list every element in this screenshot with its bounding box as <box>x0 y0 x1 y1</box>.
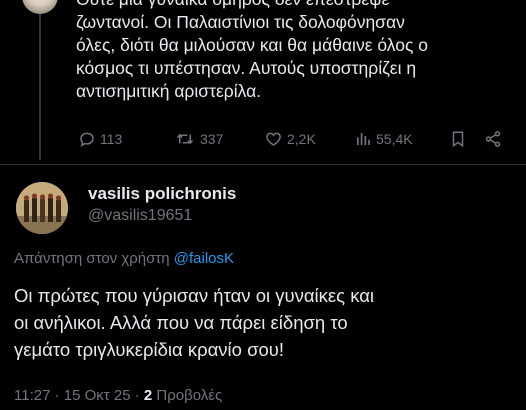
thread-line <box>39 0 41 160</box>
top-tweet-line: ζωντανοί. Οι Παλαιστίνιοι τις δολοφόνησα… <box>76 12 405 32</box>
reply-tweet-line: οι ανήλικοι. Αλλά που να πάρει είδηση το <box>14 312 348 333</box>
top-tweet-line: όλες, διότι θα μιλούσαν και θα μάθαινε ό… <box>76 35 428 55</box>
replying-to: Απάντηση στον χρήστη @failosK <box>14 250 234 267</box>
bookmark-button[interactable] <box>450 130 466 148</box>
display-name[interactable]: vasilis polichronis <box>88 184 236 204</box>
views-icon <box>357 133 370 145</box>
share-icon <box>485 131 501 147</box>
avatar[interactable] <box>16 182 68 234</box>
bookmark-icon <box>452 131 464 148</box>
reply-tweet-text: Οι πρώτες που γύρισαν ήταν οι γυναίκες κ… <box>14 282 519 363</box>
timestamp[interactable]: 11:27 · 15 Οκτ 25 · <box>14 387 144 404</box>
like-button[interactable]: 2,2K <box>264 130 316 148</box>
top-tweet-avatar[interactable] <box>22 0 58 14</box>
repost-button[interactable]: 337 <box>174 130 223 148</box>
top-tweet-text: Ούτε μια γυναίκα όμηρος δεν επέστρεψε ζω… <box>76 0 516 103</box>
avatar-image <box>16 182 68 234</box>
views-count: 55,4K <box>376 131 413 147</box>
tweet-screen: Ούτε μια γυναίκα όμηρος δεν επέστρεψε ζω… <box>0 0 526 410</box>
repost-count: 337 <box>200 131 224 147</box>
reply-count: 113 <box>100 131 123 147</box>
repost-icon <box>176 133 194 145</box>
reply-button[interactable]: 113 <box>78 130 122 148</box>
mention-link[interactable]: @failosK <box>174 250 234 267</box>
views-total: 2 <box>143 387 153 404</box>
top-tweet-line: Ούτε μια γυναίκα όμηρος δεν επέστρεψε <box>76 0 516 11</box>
reply-tweet-line: Οι πρώτες που γύρισαν ήταν οι γυναίκες κ… <box>14 285 375 306</box>
tweet-divider <box>0 164 526 165</box>
top-tweet-line: αντισημιτική αριστερίλα. <box>76 81 262 101</box>
views-label: Προβολές <box>152 387 223 404</box>
top-tweet-actions: 113 337 2,2K 55,4K <box>78 128 508 150</box>
reply-icon <box>80 132 94 147</box>
like-icon <box>266 132 281 146</box>
replying-prefix: Απάντηση στον χρήστη <box>14 250 170 267</box>
user-handle[interactable]: @vasilis19651 <box>88 207 192 225</box>
reply-tweet-line: γεμάτο τριγλυκερίδια κρανίο σου! <box>14 339 285 360</box>
views-button[interactable]: 55,4K <box>354 130 413 148</box>
top-tweet-line: κόσμος τι υπέστησαν. Αυτούς υποστηρίζει … <box>76 58 417 78</box>
like-count: 2,2K <box>287 131 316 147</box>
tweet-meta: 11:27 · 15 Οκτ 25 · 2 Προβολές <box>14 387 222 404</box>
share-button[interactable] <box>484 130 502 148</box>
